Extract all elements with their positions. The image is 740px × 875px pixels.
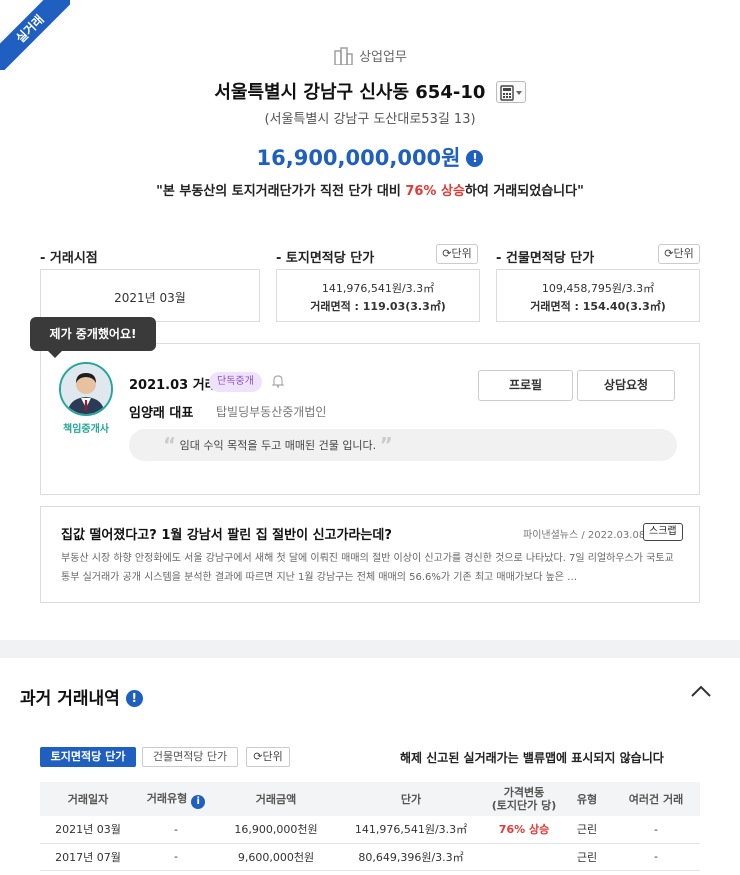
col-multi: 여러건 거래 <box>612 782 700 816</box>
land-unit-button[interactable]: ⟳단위 <box>436 244 478 264</box>
history-table: 거래일자 거래유형 i 거래금액 단가 가격변동 (토지단가 당) 유형 여러건 거… <box>40 782 700 871</box>
agent-name: 임양래 대표 <box>129 406 194 421</box>
profile-button[interactable]: 프로필 <box>478 370 573 401</box>
building-icon <box>334 47 353 66</box>
road-address: (서울특별시 강남구 도산대로53길 13) <box>264 112 476 127</box>
history-notice: 해제 신고된 실거래가는 밸류맵에 표시되지 않습니다 <box>400 751 664 765</box>
building-price-box: 109,458,795원/3.3㎡ 거래면적 : 154.40(3.3㎡) <box>496 269 700 322</box>
news-excerpt: 부동산 시장 하향 안정화에도 서울 강남구에서 새해 첫 달에 이뤄진 매매의… <box>61 553 674 583</box>
tab-building-unit-price[interactable]: 건물면적당 단가 <box>142 747 238 767</box>
building-price-label: - 건물면적당 단가 <box>496 251 595 266</box>
history-title-text: 과거 거래내역 <box>20 689 120 709</box>
brokerage-badge: 단독중개 <box>209 372 262 392</box>
cell-type: - <box>136 816 216 844</box>
summary-prefix: "본 부동산의 토지거래단가가 직전 단가 대비 <box>156 184 406 199</box>
tab-land-unit-price[interactable]: 토지면적당 단가 <box>40 747 136 767</box>
page: 실거래 상업업무 서울특별시 강남구 신사동 654-10 (서울특별시 강남구… <box>0 0 740 875</box>
cell-date: 2017년 07월 <box>40 843 136 871</box>
chevron-up-icon[interactable] <box>690 684 712 698</box>
building-area-value: 거래면적 : 154.40(3.3㎡) <box>530 300 666 313</box>
col-type-label: 거래유형 <box>146 791 188 805</box>
info-icon[interactable]: ! <box>466 150 484 167</box>
price-change-summary: "본 부동산의 토지거래단가가 직전 단가 대비 76% 상승하여 거래되었습니… <box>0 180 740 199</box>
section-divider <box>0 640 740 658</box>
address-title: 서울특별시 강남구 신사동 654-10 <box>0 78 740 104</box>
news-title[interactable]: 집값 떨어졌다고? 1월 강남서 팔린 집 절반이 신고가라는데? <box>61 524 392 543</box>
col-type: 거래유형 i <box>136 782 216 816</box>
agent-photo-icon <box>61 364 111 414</box>
land-price-box: 141,976,541원/3.3㎡ 거래면적 : 119.03(3.3㎡) <box>276 269 480 322</box>
cell-amount: 16,900,000천원 <box>216 816 336 844</box>
deal-time-value: 2021년 03월 <box>114 291 186 305</box>
category-label: 상업업무 <box>359 50 407 65</box>
category: 상업업무 <box>0 46 740 66</box>
history-unit-label: 단위 <box>262 750 283 763</box>
trade-price-value: 16,900,000,000원 <box>256 146 461 170</box>
news-card[interactable]: 집값 떨어졌다고? 1월 강남서 팔린 집 절반이 신고가라는데? 파이낸셜뉴스… <box>40 506 700 603</box>
table-row[interactable]: 2021년 03월 - 16,900,000천원 141,976,541원/3.… <box>40 816 700 844</box>
deal-time-box: 2021년 03월 <box>40 269 260 322</box>
col-unit-price: 단가 <box>336 782 486 816</box>
property-summary: 실거래 상업업무 서울특별시 강남구 신사동 654-10 (서울특별시 강남구… <box>0 0 740 640</box>
cell-change <box>486 843 562 871</box>
col-change-line1: 가격변동 <box>503 786 545 799</box>
consult-request-button[interactable]: 상담요청 <box>577 370 675 401</box>
close-quote-icon: ” <box>379 433 393 457</box>
cell-multi: - <box>612 816 700 844</box>
cell-unit-price: 141,976,541원/3.3㎡ <box>336 816 486 844</box>
info-icon[interactable]: ! <box>125 690 143 707</box>
news-source: 파이낸셜뉴스 / 2022.03.08 <box>523 530 646 541</box>
cell-change: 76% 상승 <box>486 816 562 844</box>
agent-tooltip: 제가 중개했어요! <box>30 317 156 358</box>
agent-deal-date: 2021.03 거래 <box>129 378 217 393</box>
cell-unit-price: 80,649,396원/3.3㎡ <box>336 843 486 871</box>
cell-amount: 9,600,000천원 <box>216 843 336 871</box>
col-date: 거래일자 <box>40 782 136 816</box>
bell-icon[interactable] <box>271 374 285 388</box>
table-row[interactable]: 2017년 07월 - 9,600,000천원 80,649,396원/3.3㎡… <box>40 843 700 871</box>
col-amount: 거래금액 <box>216 782 336 816</box>
cell-date: 2021년 03월 <box>40 816 136 844</box>
history-title: 과거 거래내역! <box>20 684 143 709</box>
address-text: 서울특별시 강남구 신사동 654-10 <box>214 82 486 103</box>
table-header-row: 거래일자 거래유형 i 거래금액 단가 가격변동 (토지단가 당) 유형 여러건 거… <box>40 782 700 816</box>
history-unit-button[interactable]: ⟳단위 <box>246 747 290 767</box>
land-price-value: 141,976,541원/3.3㎡ <box>321 282 435 295</box>
scrap-button[interactable]: 스크랩 <box>643 523 683 541</box>
cell-kind: 근린 <box>562 816 612 844</box>
summary-suffix: 하여 거래되었습니다" <box>464 184 584 199</box>
info-icon[interactable]: i <box>191 794 206 809</box>
col-change-line2: (토지단가 당) <box>491 799 557 812</box>
col-change: 가격변동 (토지단가 당) <box>486 782 562 816</box>
cell-kind: 근린 <box>562 843 612 871</box>
agent-card: 책임중개사 2021.03 거래 단독중개 임양래 대표 탑빌딩부동산중개법인 … <box>40 343 700 495</box>
calculator-icon <box>500 85 523 101</box>
cell-multi: - <box>612 843 700 871</box>
agency-name: 탑빌딩부동산중개법인 <box>216 405 327 419</box>
trade-price: 16,900,000,000원! <box>0 142 740 172</box>
building-price-value: 109,458,795원/3.3㎡ <box>541 282 655 295</box>
cell-type: - <box>136 843 216 871</box>
open-quote-icon: “ <box>163 433 177 457</box>
deal-time-label: - 거래시점 <box>40 251 98 266</box>
agent-comment: “ 임대 수익 목적을 두고 매매된 건물 입니다. ” <box>129 429 677 461</box>
agent-comment-text: 임대 수익 목적을 두고 매매된 건물 입니다. <box>179 439 377 452</box>
agent-tag: 책임중개사 <box>63 424 109 435</box>
col-kind: 유형 <box>562 782 612 816</box>
agent-avatar[interactable] <box>59 362 113 416</box>
land-unit-label: 단위 <box>451 247 472 260</box>
summary-highlight: 76% 상승 <box>405 184 465 199</box>
land-price-label: - 토지면적당 단가 <box>276 251 375 266</box>
building-unit-label: 단위 <box>673 247 694 260</box>
calculator-dropdown-button[interactable] <box>495 81 526 103</box>
building-unit-button[interactable]: ⟳단위 <box>658 244 700 264</box>
land-area-value: 거래면적 : 119.03(3.3㎡) <box>310 300 446 313</box>
